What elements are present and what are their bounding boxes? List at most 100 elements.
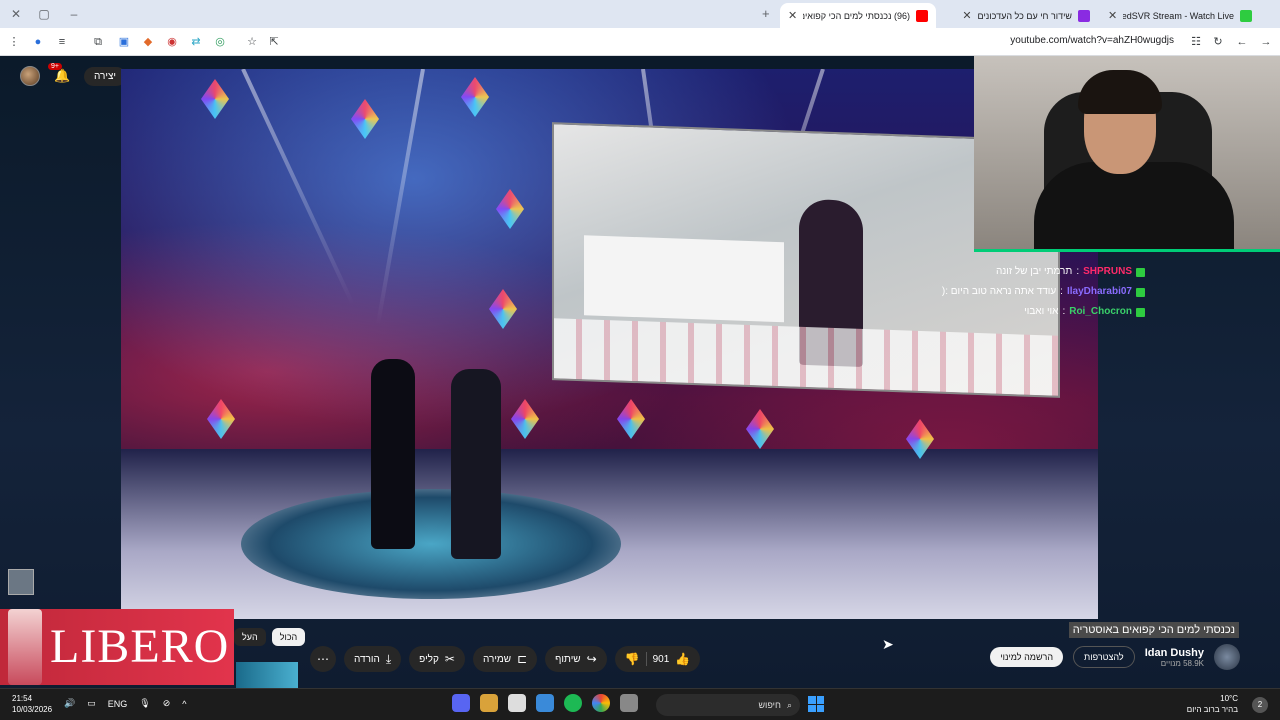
share-button[interactable]: שיתוף ↪ (545, 646, 607, 672)
tab-twitch[interactable]: שידור חי עם כל העדכונים ✕ (940, 3, 1098, 28)
tab-kick[interactable]: OdedSVR Stream - Watch Live ✕ (1100, 3, 1260, 28)
recommended-thumbnail[interactable] (236, 662, 298, 688)
streamer-webcam (974, 56, 1280, 252)
dislike-icon[interactable]: 👎 (625, 652, 640, 666)
extension2-icon[interactable]: ◆ (140, 34, 156, 50)
kick-badge-icon (1136, 307, 1145, 317)
extension4-icon[interactable]: ⇄ (188, 34, 204, 50)
app-icon[interactable] (480, 694, 498, 712)
close-tab-icon[interactable]: ✕ (962, 9, 971, 22)
save-button[interactable]: שמירה ⊏ (472, 646, 538, 672)
clock-date: 10/03/2026 (12, 705, 53, 714)
stage-disc (241, 489, 621, 599)
stage-light-beam (241, 69, 355, 306)
like-dislike-group: 👎 901 👍 (614, 646, 701, 672)
maximize-window-icon[interactable]: ▢ (36, 6, 52, 22)
file-explorer-icon[interactable] (620, 694, 638, 712)
chat-text: אוי ואבוי (1024, 306, 1059, 317)
chat-message: SHPRUNS : תרמתי יבן של זונה (885, 262, 1145, 282)
clock[interactable]: 21:54 10/03/2026 (12, 693, 52, 715)
notification-center-icon[interactable]: 2 (1252, 697, 1268, 713)
tab-youtube[interactable]: (96) נכנסתי למים הכי קפואים באוסטר... ✕ (780, 3, 936, 28)
kitchen-counter (584, 235, 784, 323)
chip-other[interactable]: העל (234, 628, 266, 646)
forward-icon[interactable]: → (1258, 34, 1274, 50)
light-diamond (746, 409, 774, 449)
system-tray: 🔊 ▭ ENG 🎙 ⊘ ^ (64, 698, 186, 709)
mute-icon[interactable]: ⊘ (163, 698, 171, 709)
back-icon[interactable]: ← (1234, 34, 1250, 50)
subscriber-count: 58.9K מנויים (1160, 658, 1204, 668)
channel-name[interactable]: Idan Dushy (1145, 647, 1204, 659)
subscribe-button[interactable]: הרשמה למינוי (990, 647, 1064, 667)
browser-toolbar: ⋮ ● ≡ ⧉ ▣ ◆ ◉ ⇄ ◎ ☆ ⇱ youtube.com/watch?… (0, 28, 1280, 56)
light-diamond (461, 77, 489, 117)
notepad-icon[interactable] (508, 694, 526, 712)
video-player[interactable] (121, 69, 1098, 619)
chat-message: Roi_Chocron : אוי ואבוי (885, 302, 1145, 322)
chat-username: IlayDharabi07 (1066, 286, 1132, 297)
channel-avatar[interactable] (1214, 644, 1240, 670)
libero-ad[interactable]: LIBERO (0, 609, 234, 685)
url-text[interactable]: youtube.com/watch?v=ahZH0wugdjs (1010, 35, 1174, 46)
notifications-bell-icon[interactable]: 🔔 9+ (48, 63, 70, 84)
language-indicator[interactable]: ENG (108, 699, 128, 709)
account-avatar[interactable] (20, 66, 40, 86)
scissors-icon: ✂ (444, 652, 455, 666)
more-actions-button[interactable]: ⋯ (310, 646, 336, 672)
weather-desc: בהיר ברוב היום (1186, 705, 1238, 714)
reload-icon[interactable]: ↻ (1210, 34, 1226, 50)
taskbar-search[interactable]: חיפוש ⌕ (656, 694, 800, 716)
perfume-bottle (8, 609, 42, 685)
new-tab-icon[interactable]: + (762, 6, 770, 21)
kick-badge-icon (1136, 267, 1145, 277)
screen-icon[interactable]: ▣ (116, 34, 132, 50)
chrome-icon[interactable] (592, 694, 610, 712)
cast-icon[interactable]: ⇱ (266, 34, 282, 50)
extension3-icon[interactable]: ◉ (164, 34, 180, 50)
store-icon[interactable] (536, 694, 554, 712)
download-button[interactable]: הורדה ⤓ (344, 646, 402, 672)
extension5-icon[interactable]: ◎ (212, 34, 228, 50)
close-window-icon[interactable]: ✕ (8, 6, 24, 22)
clip-button[interactable]: קליפ ✂ (409, 646, 465, 672)
light-diamond (351, 99, 379, 139)
windows-start-icon[interactable] (808, 696, 824, 712)
bookmark-star-icon[interactable]: ☆ (244, 34, 260, 50)
light-diamond (201, 79, 229, 119)
streamer-hoodie (1034, 162, 1234, 249)
share-label: שיתוף (555, 653, 581, 665)
discord-icon[interactable] (452, 694, 470, 712)
performer-female (371, 359, 415, 549)
menu-icon[interactable]: ⋮ (6, 34, 22, 50)
stage-light-beam (375, 69, 425, 326)
network-icon[interactable]: ▭ (87, 698, 96, 709)
like-icon[interactable]: 👍 (675, 652, 690, 666)
minimize-window-icon[interactable]: – (66, 6, 82, 22)
kick-badge-icon (1136, 287, 1145, 297)
download-label: הורדה (354, 653, 380, 665)
chip-all[interactable]: הכול (271, 628, 306, 646)
video-title: נכנסתי למים הכי קפואים באוסטריה (1068, 622, 1239, 638)
twitch-icon (1078, 9, 1090, 22)
spotify-icon[interactable] (564, 694, 582, 712)
tab-title: שידור חי עם כל העדכונים (977, 10, 1072, 21)
tray-expand-icon[interactable]: ^ (182, 699, 186, 709)
puzzle-icon[interactable]: ⧉ (90, 34, 106, 50)
create-button[interactable]: יצירה (84, 66, 127, 86)
weather-widget[interactable]: 10°C בהיר ברוב היום (1187, 693, 1238, 715)
volume-icon[interactable]: 🔊 (64, 698, 75, 709)
site-settings-icon[interactable]: ☷ (1188, 34, 1204, 50)
search-icon: ⌕ (786, 699, 792, 710)
side-thumbnail[interactable] (8, 569, 34, 595)
extension-icon[interactable]: ≡ (54, 34, 70, 50)
streamer-headphones (1078, 70, 1162, 114)
light-diamond (496, 189, 524, 229)
tab-title: (96) נכנסתי למים הכי קפואים באוסטר... (803, 10, 910, 21)
profile-icon[interactable]: ● (30, 34, 46, 50)
close-tab-icon[interactable]: ✕ (788, 9, 797, 22)
microphone-icon[interactable]: 🎙 (139, 698, 150, 709)
join-button[interactable]: להצטרפות (1073, 646, 1135, 668)
close-tab-icon[interactable]: ✕ (1108, 9, 1117, 22)
pinned-apps (452, 694, 638, 712)
